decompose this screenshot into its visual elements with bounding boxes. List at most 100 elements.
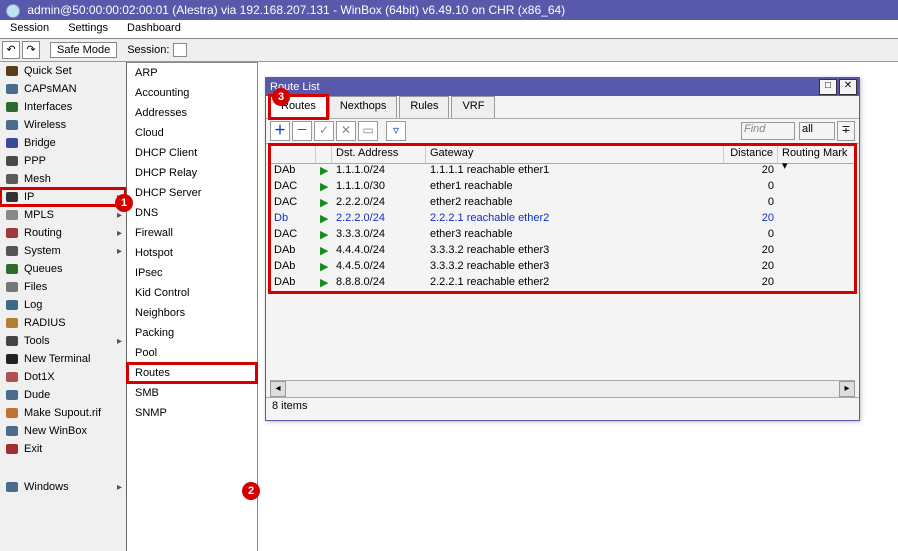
submenu-item-dhcp-relay[interactable]: DHCP Relay xyxy=(127,163,257,183)
menu-session[interactable]: Session xyxy=(2,20,57,36)
window-close-button[interactable]: ✕ xyxy=(839,79,857,95)
sidebar-label: Windows xyxy=(24,481,113,493)
sidebar-item-tools[interactable]: Tools▸ xyxy=(0,332,126,350)
sidebar-item-queues[interactable]: Queues xyxy=(0,260,126,278)
sidebar-icon xyxy=(4,262,20,276)
mdi-canvas: Route List □ ✕ RoutesNexthopsRulesVRF ＋ … xyxy=(258,62,898,551)
sidebar-item-system[interactable]: System▸ xyxy=(0,242,126,260)
submenu-item-kid-control[interactable]: Kid Control xyxy=(127,283,257,303)
find-input[interactable]: Find xyxy=(741,122,795,140)
sidebar-item-files[interactable]: Files xyxy=(0,278,126,296)
submenu-item-addresses[interactable]: Addresses xyxy=(127,103,257,123)
session-checkbox[interactable] xyxy=(173,43,187,57)
sidebar-label: CAPsMAN xyxy=(24,83,126,95)
scope-select[interactable]: all xyxy=(799,122,835,140)
cell-gateway: ether3 reachable xyxy=(426,228,724,244)
submenu-item-packing[interactable]: Packing xyxy=(127,323,257,343)
top-toolbar: ↶ ↷ Safe Mode Session: xyxy=(0,39,898,62)
sidebar-item-windows[interactable]: Windows▸ xyxy=(0,478,126,496)
menu-settings[interactable]: Settings xyxy=(60,20,116,36)
table-row[interactable]: DAC▶1.1.1.0/30ether1 reachable0 xyxy=(270,180,855,196)
submenu-item-cloud[interactable]: Cloud xyxy=(127,123,257,143)
menu-dashboard[interactable]: Dashboard xyxy=(119,20,189,36)
submenu-item-dhcp-client[interactable]: DHCP Client xyxy=(127,143,257,163)
comment-button[interactable]: ▭ xyxy=(358,121,378,141)
submenu-item-ipsec[interactable]: IPsec xyxy=(127,263,257,283)
sidebar-item-capsman[interactable]: CAPsMAN xyxy=(0,80,126,98)
submenu-item-dns[interactable]: DNS xyxy=(127,203,257,223)
table-row[interactable]: Db▶2.2.2.0/242.2.2.1 reachable ether220 xyxy=(270,212,855,228)
sidebar-item-mpls[interactable]: MPLS▸ xyxy=(0,206,126,224)
sidebar-item-make-supout-rif[interactable]: Make Supout.rif xyxy=(0,404,126,422)
sidebar-item-mesh[interactable]: Mesh xyxy=(0,170,126,188)
submenu-item-snmp[interactable]: SNMP xyxy=(127,403,257,423)
submenu-item-routes[interactable]: Routes xyxy=(127,363,257,383)
scroll-right-icon[interactable]: ▸ xyxy=(839,381,855,397)
sidebar-item-new-terminal[interactable]: New Terminal xyxy=(0,350,126,368)
window-restore-button[interactable]: □ xyxy=(819,79,837,95)
tabs: RoutesNexthopsRulesVRF xyxy=(266,96,859,119)
tab-rules[interactable]: Rules xyxy=(399,96,449,118)
submenu-item-smb[interactable]: SMB xyxy=(127,383,257,403)
sidebar-icon xyxy=(4,406,20,420)
add-button[interactable]: ＋ xyxy=(270,121,290,141)
route-active-icon: ▶ xyxy=(316,260,332,276)
cell-distance: 20 xyxy=(724,276,778,292)
sidebar-item-wireless[interactable]: Wireless xyxy=(0,116,126,134)
submenu-item-pool[interactable]: Pool xyxy=(127,343,257,363)
sidebar-item-quick-set[interactable]: Quick Set xyxy=(0,62,126,80)
sidebar-label: Log xyxy=(24,299,126,311)
scope-dropdown-button[interactable]: ∓ xyxy=(837,121,855,141)
sidebar-icon xyxy=(4,136,20,150)
sidebar-item-dude[interactable]: Dude xyxy=(0,386,126,404)
safe-mode-button[interactable]: Safe Mode xyxy=(50,42,117,58)
col-distance[interactable]: Distance xyxy=(724,145,778,163)
table-row[interactable]: DAC▶2.2.2.0/24ether2 reachable0 xyxy=(270,196,855,212)
cell-flags: DAb xyxy=(270,164,316,180)
table-row[interactable]: DAC▶3.3.3.0/24ether3 reachable0 xyxy=(270,228,855,244)
sidebar-item-ppp[interactable]: PPP xyxy=(0,152,126,170)
scroll-left-icon[interactable]: ◂ xyxy=(270,381,286,397)
col-gateway[interactable]: Gateway xyxy=(426,145,724,163)
redo-button[interactable]: ↷ xyxy=(22,41,40,59)
sidebar-icon xyxy=(4,480,20,494)
sidebar-item-interfaces[interactable]: Interfaces xyxy=(0,98,126,116)
sidebar-icon xyxy=(4,118,20,132)
enable-button[interactable]: ✓ xyxy=(314,121,334,141)
sidebar-item-ip[interactable]: IP▸ xyxy=(0,188,126,206)
submenu-item-neighbors[interactable]: Neighbors xyxy=(127,303,257,323)
remove-button[interactable]: － xyxy=(292,121,312,141)
table-row[interactable]: DAb▶4.4.5.0/243.3.3.2 reachable ether320 xyxy=(270,260,855,276)
sidebar-icon xyxy=(4,100,20,114)
sidebar-item-new-winbox[interactable]: New WinBox xyxy=(0,422,126,440)
submenu-item-hotspot[interactable]: Hotspot xyxy=(127,243,257,263)
submenu-item-accounting[interactable]: Accounting xyxy=(127,83,257,103)
sidebar-item-log[interactable]: Log xyxy=(0,296,126,314)
table-row[interactable]: DAb▶8.8.8.0/242.2.2.1 reachable ether220 xyxy=(270,276,855,292)
cell-distance: 0 xyxy=(724,180,778,196)
submenu-item-arp[interactable]: ARP xyxy=(127,63,257,83)
submenu-item-dhcp-server[interactable]: DHCP Server xyxy=(127,183,257,203)
table-row[interactable]: DAb▶1.1.1.0/241.1.1.1 reachable ether120 xyxy=(270,164,855,180)
sidebar-item-radius[interactable]: RADIUS xyxy=(0,314,126,332)
cell-flags: DAC xyxy=(270,228,316,244)
table-row[interactable]: DAb▶4.4.4.0/243.3.3.2 reachable ether320 xyxy=(270,244,855,260)
window-titlebar-inner[interactable]: Route List □ ✕ xyxy=(266,78,859,96)
sidebar-label: New Terminal xyxy=(24,353,126,365)
tab-vrf[interactable]: VRF xyxy=(451,96,495,118)
sidebar-item-exit[interactable]: Exit xyxy=(0,440,126,458)
sidebar-label: MPLS xyxy=(24,209,113,221)
horizontal-scrollbar[interactable]: ◂ ▸ xyxy=(270,380,855,397)
undo-button[interactable]: ↶ xyxy=(2,41,20,59)
sidebar-item-bridge[interactable]: Bridge xyxy=(0,134,126,152)
disable-button[interactable]: ✕ xyxy=(336,121,356,141)
cell-routing-mark xyxy=(778,244,855,260)
sidebar-item-dot1x[interactable]: Dot1X xyxy=(0,368,126,386)
sidebar-item-routing[interactable]: Routing▸ xyxy=(0,224,126,242)
tab-nexthops[interactable]: Nexthops xyxy=(329,96,397,118)
cell-gateway: 3.3.3.2 reachable ether3 xyxy=(426,244,724,260)
col-dst[interactable]: Dst. Address xyxy=(332,145,426,163)
submenu-item-firewall[interactable]: Firewall xyxy=(127,223,257,243)
filter-button[interactable]: ▿ xyxy=(386,121,406,141)
col-routing-mark[interactable]: Routing Mark ▾ xyxy=(778,145,855,163)
